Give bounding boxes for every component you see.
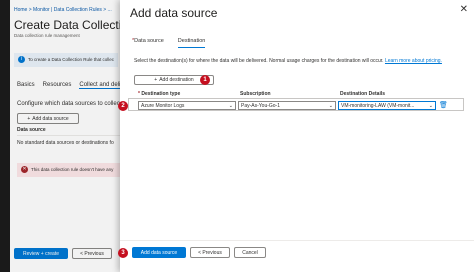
destination-type-dropdown[interactable]: Azure Monitor Logs ⌄ [138,101,236,110]
chevron-down-icon: ⌄ [328,103,333,109]
close-icon[interactable]: ✕ [460,4,468,15]
step-marker-1: 1 [200,75,210,85]
add-data-source-button[interactable]: Add data source [132,247,186,258]
destination-type-header-label: Destination type [141,91,181,97]
footer-divider [120,240,474,241]
panel-title: Add data source [130,6,218,20]
destination-details-header: Destination Details [340,91,386,97]
subscription-header: Subscription [240,91,271,97]
overlay [10,0,120,272]
cancel-button[interactable]: Cancel [234,247,266,258]
chevron-down-icon: ⌄ [228,103,233,109]
add-data-source-panel: Add data source ✕ *Data source Destinati… [120,0,474,272]
step-marker-3: 3 [118,248,128,258]
description-text: Select the destination(s) for where the … [134,58,384,64]
destination-description: Select the destination(s) for where the … [134,58,459,65]
plus-icon: + [154,77,158,83]
subscription-value: Pay-As-You-Go-1 [241,103,280,109]
learn-more-link[interactable]: Learn more about pricing. [385,58,442,64]
add-destination-label: Add destination [159,77,194,83]
tab-data-source[interactable]: *Data source [132,38,164,48]
trash-icon[interactable]: 🗑 [439,101,448,110]
required-marker: * [138,91,140,97]
destination-type-header: * Destination type [138,91,180,97]
tab-destination[interactable]: Destination [177,38,206,48]
destination-type-value: Azure Monitor Logs [141,103,185,109]
chevron-down-icon: ⌄ [428,103,433,109]
tab-data-source-label: Data source [134,38,164,44]
subscription-dropdown[interactable]: Pay-As-You-Go-1 ⌄ [238,101,336,110]
destination-details-dropdown[interactable]: VM-monitoring-LAW (VM-monit... ⌄ [338,101,436,110]
step-marker-2: 2 [118,101,128,111]
destination-details-value: VM-monitoring-LAW (VM-monit... [341,103,415,109]
panel-tabs: *Data source Destination [132,38,206,48]
previous-button[interactable]: < Previous [190,247,230,258]
